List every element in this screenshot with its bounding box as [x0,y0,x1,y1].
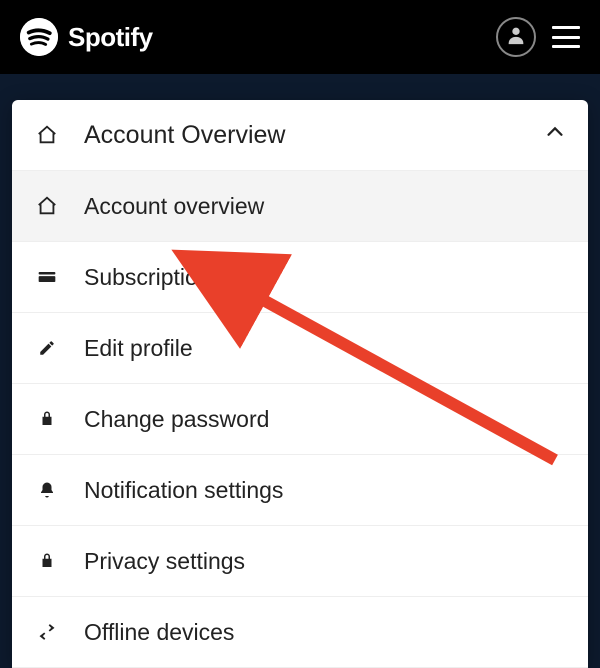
menu-item-label: Privacy settings [84,548,566,575]
home-icon [34,124,60,146]
menu-item-notification-settings[interactable]: Notification settings [12,455,588,526]
menu-item-subscription[interactable]: Subscription [12,242,588,313]
topbar: Spotify [0,0,600,74]
menu-header-label: Account Overview [84,121,544,150]
brand-name: Spotify [68,22,153,53]
menu-item-label: Subscription [84,264,566,291]
menu-item-label: Offline devices [84,619,566,646]
account-menu: Account Overview Account overview Subscr… [12,100,588,668]
menu-item-offline-devices[interactable]: Offline devices [12,597,588,668]
menu-item-label: Edit profile [84,335,566,362]
lock-icon [34,410,60,428]
menu-item-label: Change password [84,406,566,433]
menu-item-edit-profile[interactable]: Edit profile [12,313,588,384]
profile-button[interactable] [496,17,536,57]
brand[interactable]: Spotify [20,18,153,56]
card-icon [34,267,60,287]
person-icon [505,24,527,51]
menu-item-overview[interactable]: Account overview [12,171,588,242]
spotify-logo-icon [20,18,58,56]
home-icon [34,195,60,217]
chevron-up-icon [544,121,566,150]
menu-item-label: Notification settings [84,477,566,504]
menu-item-label: Account overview [84,193,566,220]
hamburger-menu-icon[interactable] [552,26,580,48]
menu-item-privacy-settings[interactable]: Privacy settings [12,526,588,597]
menu-item-change-password[interactable]: Change password [12,384,588,455]
swap-icon [34,622,60,642]
lock-icon [34,552,60,570]
menu-header[interactable]: Account Overview [12,100,588,171]
bell-icon [34,481,60,499]
pencil-icon [34,339,60,357]
